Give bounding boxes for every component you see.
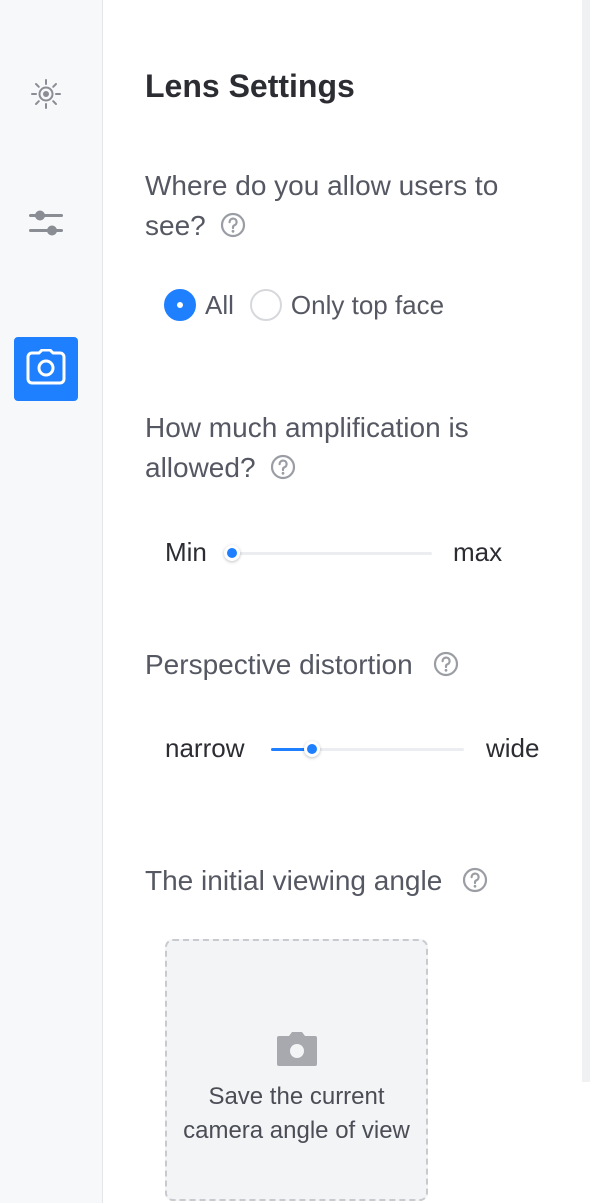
- initial-angle-question-text: The initial viewing angle: [145, 865, 443, 896]
- page-title: Lens Settings: [145, 68, 355, 104]
- help-icon[interactable]: [433, 648, 459, 677]
- sidebar-item-lighting[interactable]: [14, 64, 78, 128]
- amplification-slider[interactable]: [224, 545, 432, 561]
- visibility-radio-group: All Only top face: [164, 289, 460, 321]
- amplification-min-label: Min: [165, 537, 207, 567]
- save-camera-angle-button[interactable]: Save the current camera angle of view: [165, 939, 428, 1201]
- amplification-max-label: max: [453, 537, 503, 567]
- lens-settings-app: Lens Settings Where do you allow users t…: [0, 0, 590, 1203]
- help-icon[interactable]: [462, 864, 488, 893]
- camera-icon: [276, 1031, 318, 1072]
- save-camera-angle-text: Save the current camera angle of view: [172, 1080, 422, 1148]
- visibility-question: Where do you allow users to see?: [145, 166, 498, 246]
- distortion-max-label: wide: [486, 733, 540, 763]
- distortion-slider-handle[interactable]: [303, 741, 320, 757]
- sun-icon: [29, 77, 63, 116]
- radio-top-face-label: Only top face: [290, 289, 445, 320]
- help-icon[interactable]: [270, 451, 296, 480]
- initial-angle-question: The initial viewing angle: [145, 861, 488, 901]
- settings-panel: Lens Settings Where do you allow users t…: [103, 0, 582, 1203]
- save-camera-angle-line1: Save the current: [208, 1083, 385, 1110]
- save-camera-angle-line2: camera angle of view: [183, 1117, 410, 1144]
- radio-all-circle[interactable]: [164, 289, 196, 321]
- scrollbar[interactable]: [582, 0, 590, 1082]
- distortion-question-text: Perspective distortion: [145, 649, 413, 680]
- amplification-question-line2: allowed?: [145, 452, 256, 483]
- distortion-slider[interactable]: [271, 741, 464, 757]
- help-icon[interactable]: [220, 209, 246, 238]
- visibility-question-line2: see?: [145, 210, 206, 241]
- visibility-question-line1: Where do you allow users to: [145, 170, 499, 201]
- sidebar-item-lens[interactable]: [14, 337, 78, 401]
- radio-all[interactable]: All: [164, 289, 234, 321]
- radio-top-face[interactable]: Only top face: [249, 289, 445, 321]
- distortion-question: Perspective distortion: [145, 645, 459, 685]
- radio-all-label: All: [205, 289, 234, 320]
- amplification-slider-handle[interactable]: [224, 545, 240, 561]
- sidebar: [0, 0, 103, 1203]
- sidebar-item-adjustments[interactable]: [14, 193, 78, 257]
- amplification-question: How much amplification is allowed?: [145, 408, 469, 488]
- radio-top-face-circle[interactable]: [249, 289, 282, 321]
- camera-icon: [26, 348, 66, 390]
- amplification-question-line1: How much amplification is: [145, 412, 469, 443]
- distortion-min-label: narrow: [165, 733, 245, 763]
- sliders-icon: [27, 204, 65, 247]
